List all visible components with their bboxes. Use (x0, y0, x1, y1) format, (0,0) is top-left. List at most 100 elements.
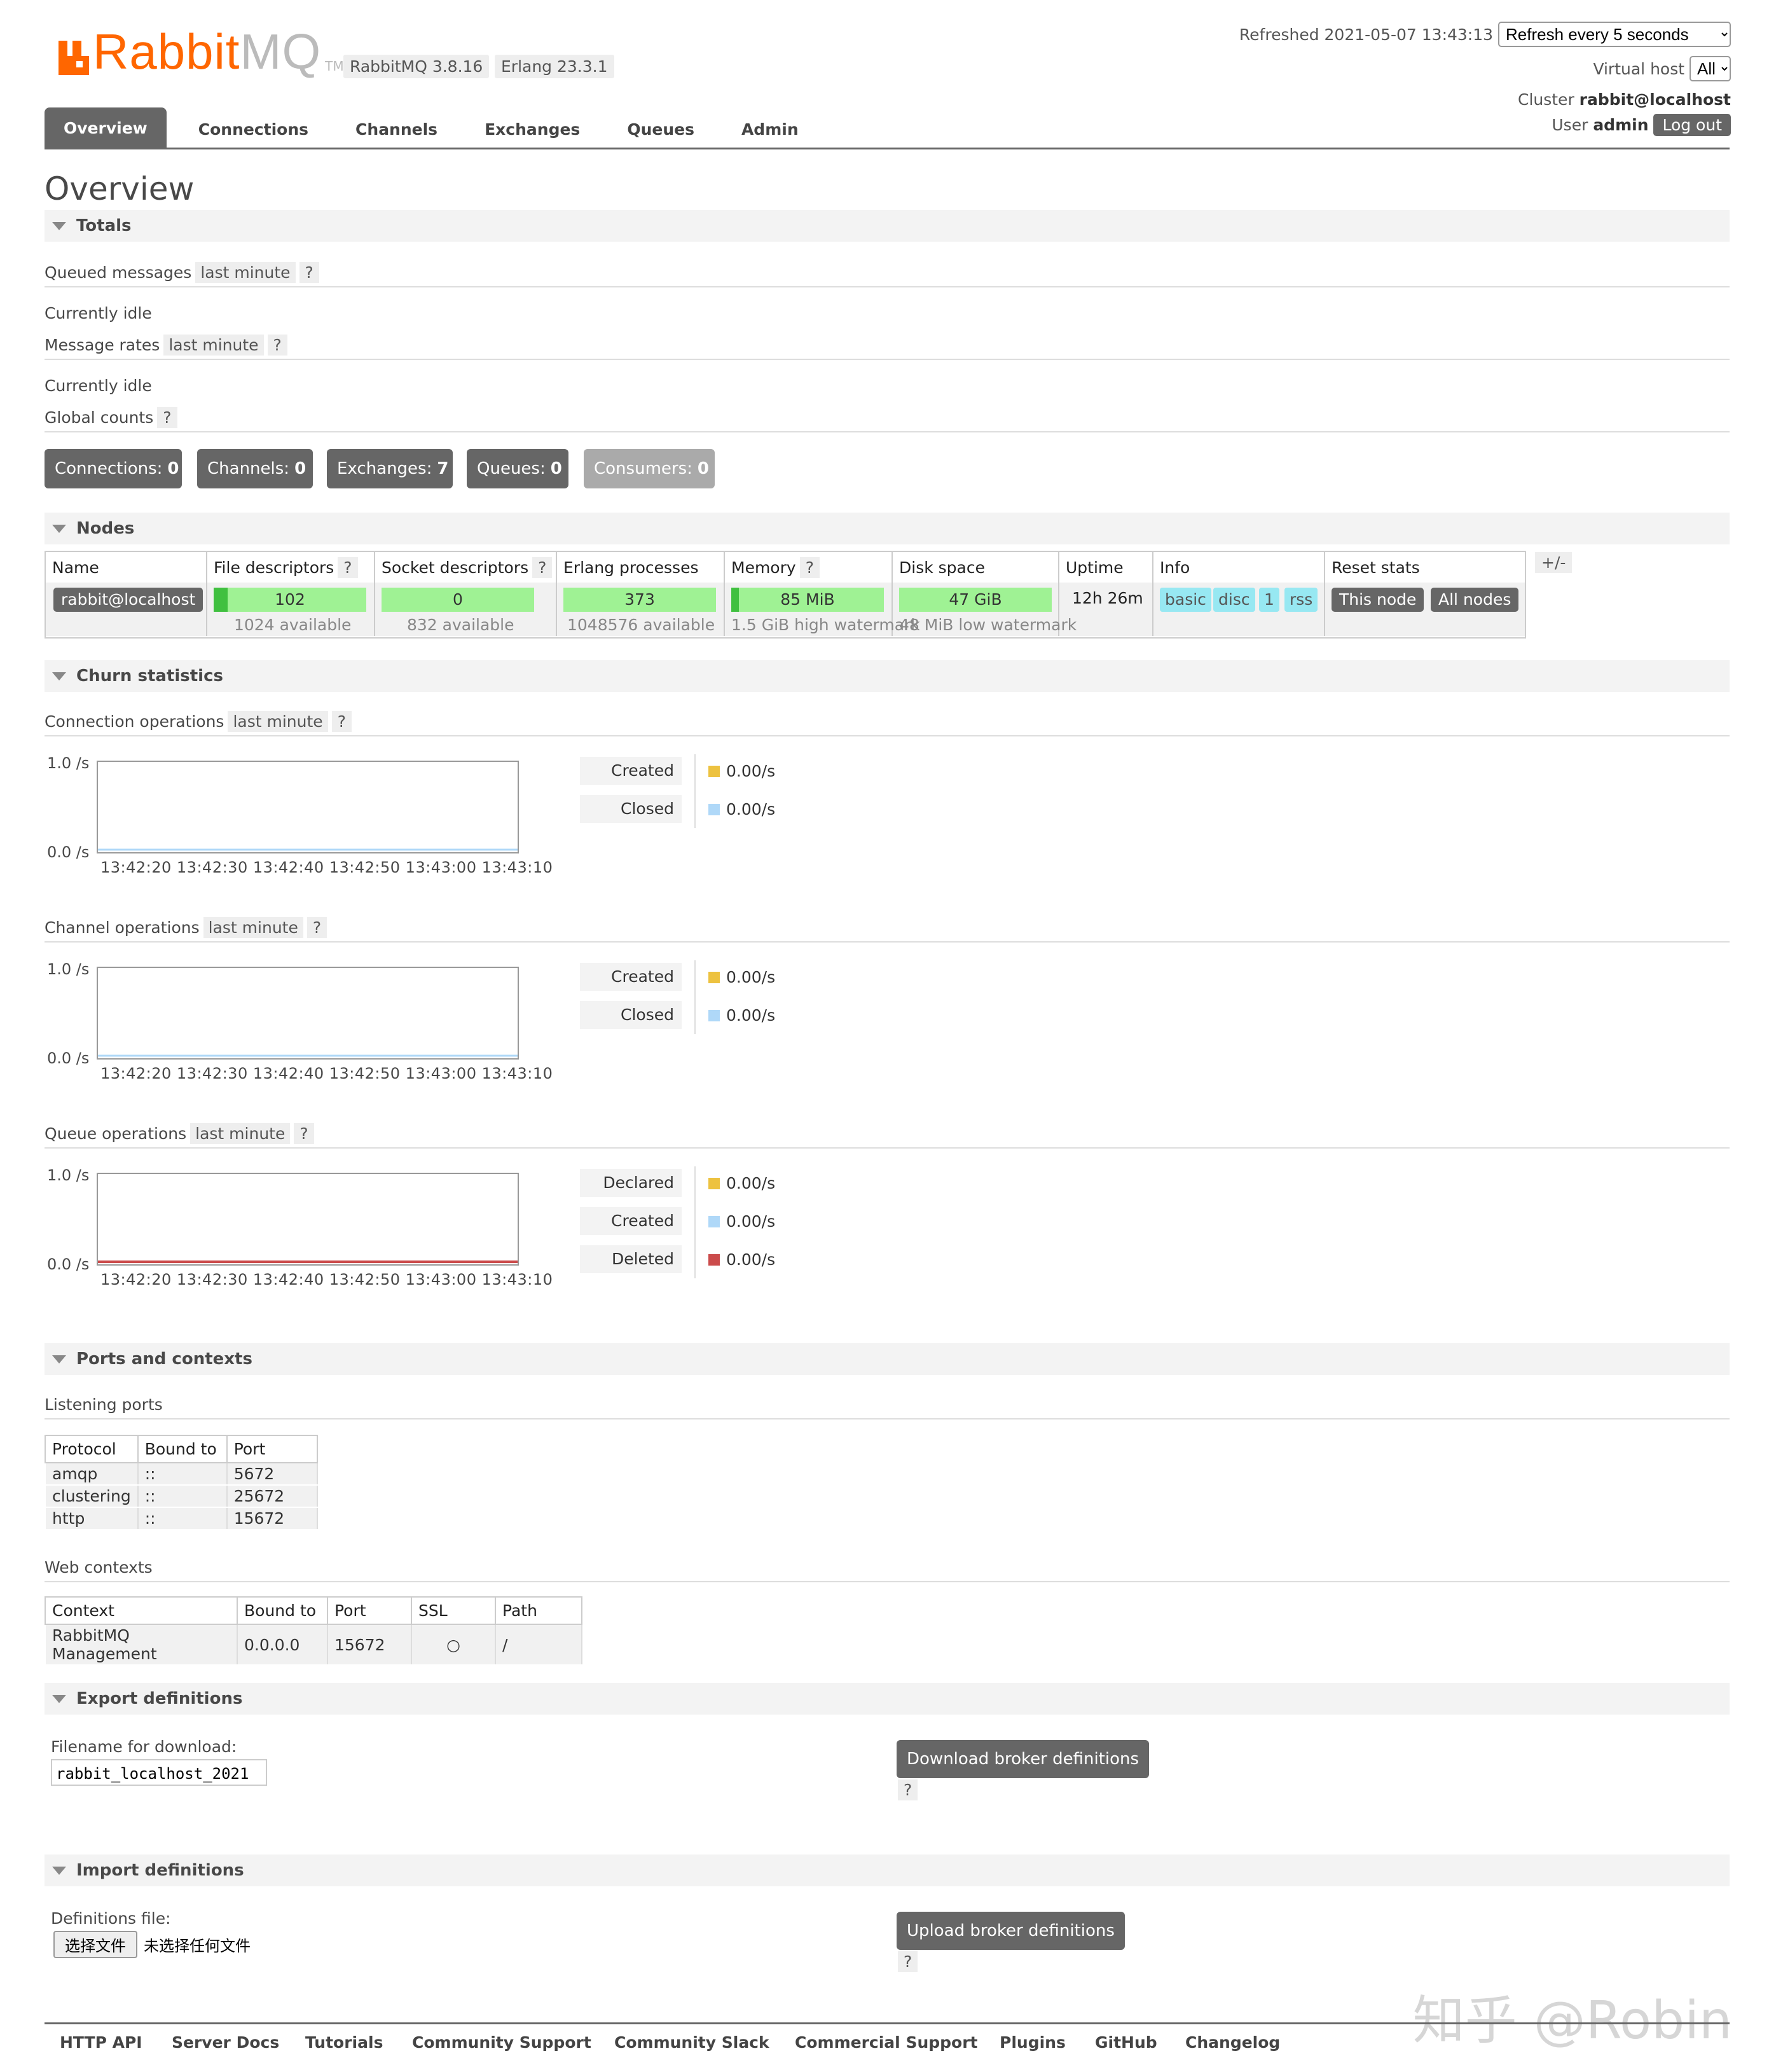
filename-input[interactable]: rabbit_localhost_2021 (51, 1759, 267, 1786)
nodes-section-header[interactable]: Nodes (45, 513, 1730, 544)
filename-label: Filename for download: (51, 1737, 237, 1756)
footer-server-docs[interactable]: Server Docs (172, 2033, 279, 2052)
help-button[interactable]: ? (532, 557, 553, 578)
tab-connections[interactable]: Connections (183, 110, 324, 148)
message-rates-header: Message rates last minute? (45, 335, 1730, 360)
legend-closed[interactable]: Closed (580, 1001, 682, 1029)
export-section-header[interactable]: Export definitions (45, 1683, 1730, 1715)
logo-tm: TM (325, 59, 344, 74)
collapse-triangle-icon (52, 1866, 66, 1875)
consumers-count-button[interactable]: Consumers: 0 (584, 449, 715, 488)
reset-this-node-button[interactable]: This node (1332, 588, 1424, 612)
help-button[interactable]: ? (331, 711, 352, 732)
exchanges-count-button[interactable]: Exchanges: 7 (327, 449, 453, 488)
table-row: amqp:: 5672 (45, 1462, 318, 1486)
logo-text: RabbitMQ (93, 24, 322, 79)
help-button[interactable]: ? (294, 1123, 314, 1144)
connection-operations-label: Connection operations (45, 712, 224, 731)
footer-github[interactable]: GitHub (1095, 2033, 1157, 2052)
help-button[interactable]: ? (898, 1779, 918, 1800)
info-tag-disc[interactable]: disc (1213, 588, 1255, 612)
node-name-link[interactable]: rabbit@localhost (53, 588, 203, 612)
tab-overview[interactable]: Overview (45, 107, 167, 148)
queued-messages-range[interactable]: last minute (195, 262, 296, 283)
connection-operations-header: Connection operations last minute? (45, 711, 1730, 736)
import-section-header[interactable]: Import definitions (45, 1854, 1730, 1886)
reset-all-nodes-button[interactable]: All nodes (1431, 588, 1519, 612)
connections-count-button[interactable]: Connections: 0 (45, 449, 182, 488)
created-swatch (708, 971, 720, 983)
message-rates-label: Message rates (45, 336, 160, 354)
download-definitions-button[interactable]: Download broker definitions (897, 1740, 1150, 1778)
legend-declared[interactable]: Declared (580, 1169, 682, 1197)
col-socket-descriptors: Socket descriptors? (382, 557, 553, 578)
totals-section-header[interactable]: Totals (45, 210, 1730, 242)
info-tag-count[interactable]: 1 (1259, 588, 1279, 612)
footer-community-slack[interactable]: Community Slack (614, 2033, 769, 2052)
col-context: Context (45, 1596, 238, 1625)
help-button[interactable]: ? (338, 557, 358, 578)
ports-section-header[interactable]: Ports and contexts (45, 1343, 1730, 1375)
churn-title: Churn statistics (76, 666, 223, 686)
page-title: Overview (45, 170, 195, 207)
legend-deleted[interactable]: Deleted (580, 1245, 682, 1273)
connection-operations-range[interactable]: last minute (228, 711, 328, 732)
tab-exchanges[interactable]: Exchanges (469, 110, 595, 148)
legend-created[interactable]: Created (580, 1207, 682, 1235)
table-row: RabbitMQ Management 0.0.0.0 15672 ○ / (45, 1624, 582, 1666)
tab-channels[interactable]: Channels (340, 110, 453, 148)
help-button[interactable]: ? (898, 1951, 918, 1972)
refresh-interval-select[interactable]: Refresh every 5 seconds (1498, 22, 1731, 47)
column-toggle-button[interactable]: +/- (1535, 552, 1573, 573)
info-tag-basic[interactable]: basic (1160, 588, 1211, 612)
footer-tutorials[interactable]: Tutorials (305, 2033, 383, 2052)
help-button[interactable]: ? (157, 407, 177, 428)
collapse-triangle-icon (52, 1694, 66, 1703)
virtual-host-select[interactable]: All (1690, 56, 1731, 81)
info-tag-rss[interactable]: rss (1284, 588, 1318, 612)
created-swatch (708, 765, 720, 777)
legend-created[interactable]: Created (580, 757, 682, 785)
queue-operations-range[interactable]: last minute (190, 1123, 291, 1144)
help-button[interactable]: ? (299, 262, 319, 283)
file-descriptors-available: 1024 available (234, 616, 352, 634)
col-ssl: SSL (411, 1596, 496, 1625)
help-button[interactable]: ? (799, 557, 820, 578)
col-port: Port (327, 1596, 412, 1625)
footer-plugins[interactable]: Plugins (1000, 2033, 1066, 2052)
totals-title: Totals (76, 216, 132, 235)
legend-created[interactable]: Created (580, 963, 682, 991)
chart-x-ticks: 13:42:20 13:42:30 13:42:40 13:42:50 13:4… (100, 1065, 553, 1082)
footer-http-api[interactable]: HTTP API (60, 2033, 142, 2052)
queue-operations-header: Queue operations last minute? (45, 1123, 1730, 1149)
message-rates-range[interactable]: last minute (163, 335, 264, 356)
churn-section-header[interactable]: Churn statistics (45, 660, 1730, 692)
choose-file-button[interactable]: 选择文件 (53, 1931, 137, 1958)
legend-closed-value: 0.00/s (708, 1006, 775, 1025)
virtual-host-label: Virtual host (1593, 60, 1685, 78)
channel-operations-header: Channel operations last minute? (45, 917, 1730, 943)
legend-declared-value: 0.00/s (708, 1174, 775, 1192)
collapse-triangle-icon (52, 524, 66, 533)
help-button[interactable]: ? (306, 917, 327, 938)
chart-y-max: 1.0 /s (47, 1166, 90, 1184)
chart-plot (98, 1054, 518, 1057)
footer-commercial-support[interactable]: Commercial Support (795, 2033, 978, 2052)
footer-changelog[interactable]: Changelog (1185, 2033, 1280, 2052)
help-button[interactable]: ? (267, 335, 287, 356)
legend-closed-value: 0.00/s (708, 800, 775, 818)
legend-deleted-value: 0.00/s (708, 1250, 775, 1269)
channels-count-button[interactable]: Channels: 0 (197, 449, 313, 488)
web-contexts-table: Context Bound to Port SSL Path RabbitMQ … (45, 1596, 582, 1666)
channel-operations-range[interactable]: last minute (203, 917, 303, 938)
tab-admin[interactable]: Admin (726, 110, 814, 148)
tab-queues[interactable]: Queues (612, 110, 710, 148)
chart-plot (98, 848, 518, 851)
collapse-triangle-icon (52, 1355, 66, 1364)
main-nav-tabs: Overview Connections Channels Exchanges … (45, 106, 1730, 149)
queues-count-button[interactable]: Queues: 0 (467, 449, 568, 488)
footer-community-support[interactable]: Community Support (412, 2033, 591, 2052)
upload-definitions-button[interactable]: Upload broker definitions (897, 1912, 1125, 1950)
closed-swatch (708, 1009, 720, 1021)
legend-closed[interactable]: Closed (580, 795, 682, 823)
